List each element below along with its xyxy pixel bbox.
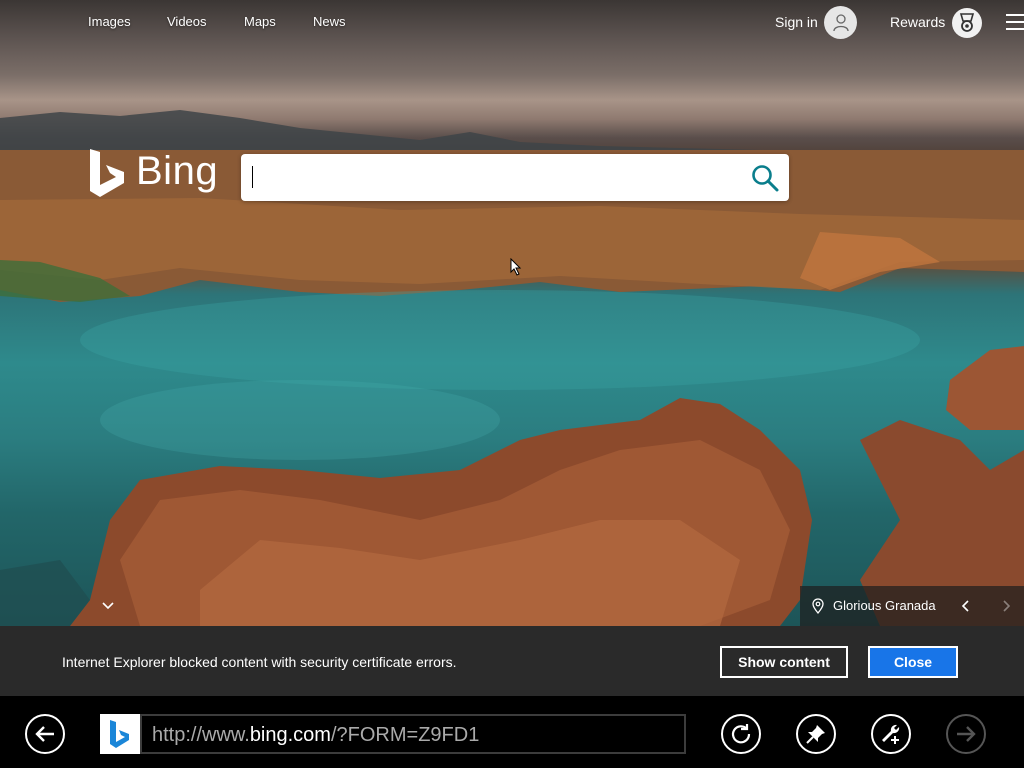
page-tools-button[interactable] (871, 714, 911, 754)
bing-logo-mark (90, 149, 124, 197)
refresh-icon (731, 724, 751, 744)
search-input[interactable] (249, 163, 729, 193)
url-suffix: /?FORM=Z9FD1 (330, 724, 480, 746)
image-caption-text[interactable]: Glorious Granada (833, 598, 936, 613)
background-image (0, 0, 1024, 626)
bing-logo-text: Bing (136, 149, 219, 193)
back-arrow-icon (35, 726, 54, 742)
url-prefix: http://www. (152, 724, 250, 746)
pin-site-button[interactable] (796, 714, 836, 754)
bing-favicon-icon (100, 714, 140, 754)
pin-icon (806, 725, 825, 744)
text-caret (252, 166, 253, 188)
back-button[interactable] (25, 714, 65, 754)
chevron-right-icon[interactable] (1000, 598, 1012, 614)
browser-window: Images Videos Maps News Sign in Rewards (0, 0, 1024, 768)
rewards-medal-icon[interactable] (952, 8, 982, 38)
rewards-link[interactable]: Rewards (890, 14, 945, 30)
search-box[interactable] (241, 154, 789, 201)
nav-link-images[interactable]: Images (88, 14, 131, 29)
user-icon[interactable] (824, 6, 857, 39)
show-content-button[interactable]: Show content (720, 646, 848, 678)
nav-link-news[interactable]: News (313, 14, 346, 29)
close-button[interactable]: Close (868, 646, 958, 678)
notification-message: Internet Explorer blocked content with s… (62, 654, 457, 670)
location-pin-icon (812, 598, 824, 615)
hamburger-menu-icon[interactable] (1006, 14, 1024, 30)
url-text[interactable]: http://www.bing.com/?FORM=Z9FD1 (152, 724, 479, 747)
nav-link-maps[interactable]: Maps (244, 14, 276, 29)
url-domain: bing.com (249, 724, 331, 746)
forward-arrow-icon (957, 726, 976, 742)
forward-button[interactable] (946, 714, 986, 754)
chevron-down-icon[interactable] (96, 596, 120, 616)
chevron-left-icon[interactable] (960, 598, 972, 614)
top-navigation: Images Videos Maps News Sign in Rewards (0, 0, 1024, 44)
refresh-button[interactable] (721, 714, 761, 754)
bing-logo: Bing (88, 147, 218, 199)
sign-in-link[interactable]: Sign in (775, 14, 818, 30)
mouse-cursor-icon (510, 258, 522, 276)
tools-wrench-icon (882, 724, 900, 744)
search-icon[interactable] (750, 163, 780, 193)
nav-link-videos[interactable]: Videos (167, 14, 207, 29)
